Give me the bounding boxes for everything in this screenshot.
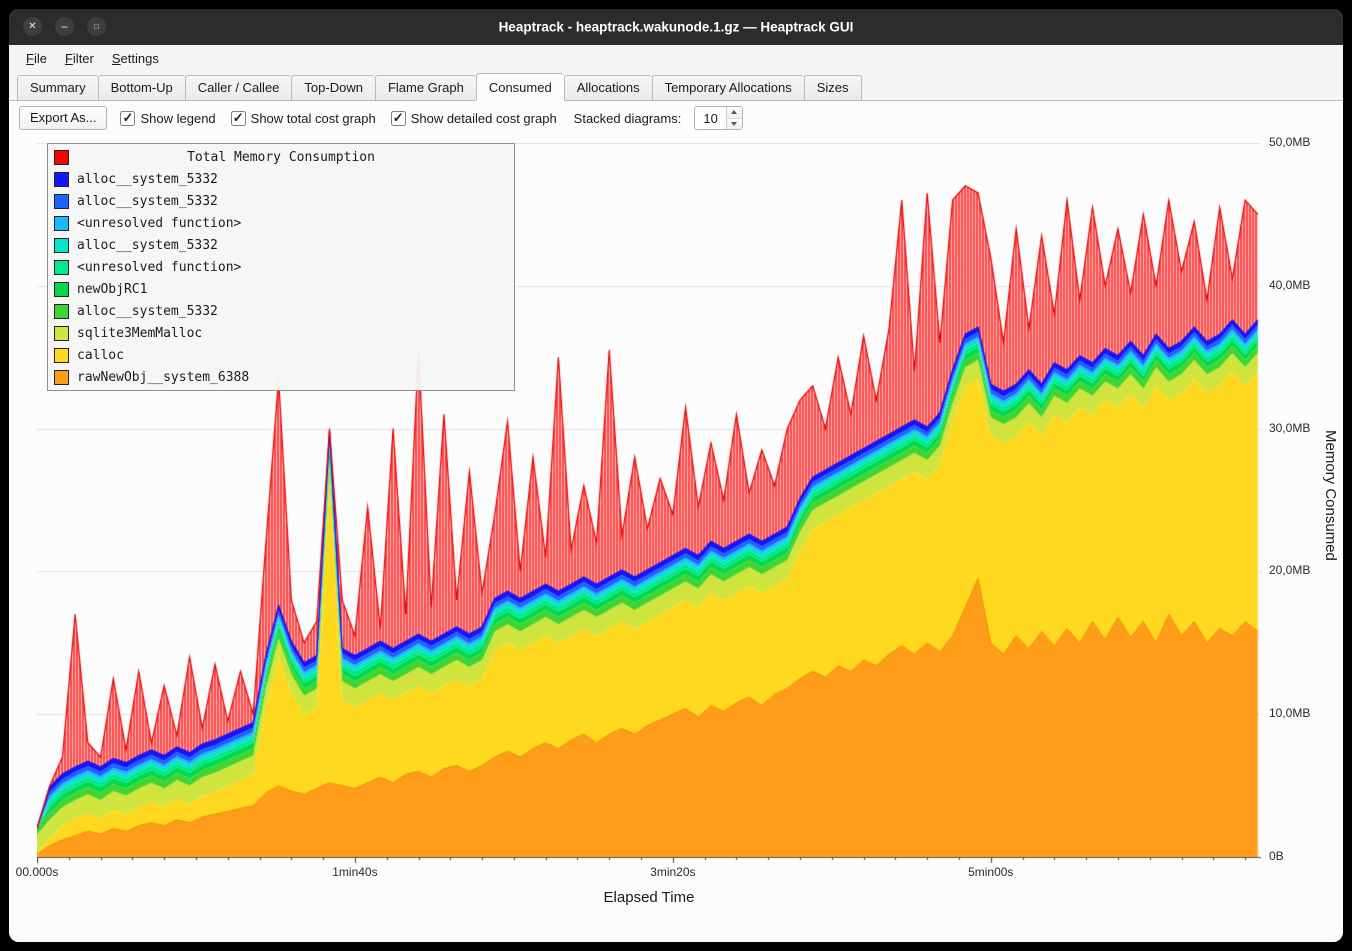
y-tick-label: 40,0MB (1269, 278, 1310, 292)
down-arrow-icon (731, 122, 737, 126)
legend-item-label: alloc__system_5332 (77, 238, 218, 253)
tab-summary[interactable]: Summary (17, 75, 98, 101)
legend-swatch (54, 326, 69, 341)
checkbox-show-legend[interactable]: Show legend (120, 111, 215, 126)
chart-legend: Total Memory Consumption alloc__system_53… (47, 143, 515, 391)
legend-item: rawNewObj__system_6388 (52, 366, 510, 388)
toolbar: Export As... Show legend Show total cost … (9, 101, 1343, 135)
legend-swatch (54, 194, 69, 209)
legend-swatch (54, 370, 69, 385)
stacked-diagrams-label: Stacked diagrams: (574, 111, 682, 126)
checkbox-label: Show detailed cost graph (411, 111, 557, 126)
y-tick-label: 10,0MB (1269, 706, 1310, 720)
menu-file[interactable]: File (17, 48, 56, 69)
legend-swatch (54, 150, 69, 165)
legend-swatch (54, 282, 69, 297)
legend-item-label: sqlite3MemMalloc (77, 326, 202, 341)
legend-swatch (54, 304, 69, 319)
legend-item: alloc__system_5332 (52, 168, 510, 190)
legend-item: alloc__system_5332 (52, 190, 510, 212)
tab-bar: SummaryBottom-UpCaller / CalleeTop-DownF… (9, 71, 1343, 101)
checkbox-show-detailed-cost-graph[interactable]: Show detailed cost graph (391, 111, 557, 126)
window-title: Heaptrack - heaptrack.wakunode.1.gz — He… (9, 20, 1343, 35)
menubar: FileFilterSettings (9, 45, 1343, 71)
y-tick-label: 50,0MB (1269, 135, 1310, 149)
legend-item-label: <unresolved function> (77, 260, 241, 275)
legend-title: Total Memory Consumption (77, 150, 485, 165)
up-arrow-icon (731, 110, 737, 114)
checkbox-box[interactable] (120, 111, 135, 126)
legend-swatch (54, 238, 69, 253)
legend-swatch (54, 172, 69, 187)
y-tick-label: 30,0MB (1269, 421, 1310, 435)
tab-sizes[interactable]: Sizes (804, 75, 862, 101)
checkbox-label: Show legend (140, 111, 215, 126)
app-window: ✕−□ Heaptrack - heaptrack.wakunode.1.gz … (9, 9, 1343, 942)
legend-item: <unresolved function> (52, 256, 510, 278)
legend-swatch (54, 348, 69, 363)
tab-caller-callee[interactable]: Caller / Callee (185, 75, 292, 101)
tab-bottom-up[interactable]: Bottom-Up (98, 75, 185, 101)
y-axis-title: Memory Consumed (1322, 430, 1339, 561)
checkbox-box[interactable] (391, 111, 406, 126)
legend-item-label: calloc (77, 348, 124, 363)
legend-item-label: alloc__system_5332 (77, 172, 218, 187)
titlebar: ✕−□ Heaptrack - heaptrack.wakunode.1.gz … (9, 9, 1343, 45)
x-tick-label: 3min20s (638, 865, 708, 879)
legend-item: alloc__system_5332 (52, 300, 510, 322)
tab-allocations[interactable]: Allocations (564, 75, 652, 101)
legend-item: <unresolved function> (52, 212, 510, 234)
legend-item-label: alloc__system_5332 (77, 304, 218, 319)
legend-swatch (54, 216, 69, 231)
y-tick-label: 0B (1269, 849, 1284, 863)
tab-temporary-allocations[interactable]: Temporary Allocations (652, 75, 804, 101)
checkbox-box[interactable] (231, 111, 246, 126)
window-frame: ✕−□ Heaptrack - heaptrack.wakunode.1.gz … (0, 0, 1352, 951)
chart-area: Total Memory Consumption alloc__system_53… (9, 135, 1343, 942)
legend-item: alloc__system_5332 (52, 234, 510, 256)
legend-item: calloc (52, 344, 510, 366)
checkbox-show-total-cost-graph[interactable]: Show total cost graph (231, 111, 376, 126)
menu-filter[interactable]: Filter (56, 48, 103, 69)
legend-item: sqlite3MemMalloc (52, 322, 510, 344)
legend-item: newObjRC1 (52, 278, 510, 300)
toolbar-checkboxes: Show legend Show total cost graph Show det… (120, 111, 556, 126)
spinbox-buttons (726, 107, 742, 129)
x-tick-label: 00.000s (9, 865, 72, 879)
x-tick-label: 1min40s (320, 865, 390, 879)
checkbox-label: Show total cost graph (251, 111, 376, 126)
menu-settings[interactable]: Settings (103, 48, 168, 69)
tab-consumed[interactable]: Consumed (476, 73, 564, 101)
stacked-diagrams-spinbox[interactable]: 10 (694, 106, 742, 130)
legend-item-label: <unresolved function> (77, 216, 241, 231)
spinbox-up-button[interactable] (727, 107, 742, 118)
legend-swatch (54, 260, 69, 275)
tab-top-down[interactable]: Top-Down (291, 75, 375, 101)
y-tick-label: 20,0MB (1269, 563, 1310, 577)
x-axis-title: Elapsed Time (37, 889, 1261, 906)
x-tick-label: 5min00s (956, 865, 1026, 879)
export-as-button[interactable]: Export As... (19, 106, 107, 130)
legend-item-label: newObjRC1 (77, 282, 147, 297)
spinbox-down-button[interactable] (727, 118, 742, 130)
spinbox-value: 10 (695, 107, 725, 129)
legend-title-row: Total Memory Consumption (52, 146, 510, 168)
tab-flame-graph[interactable]: Flame Graph (375, 75, 476, 101)
legend-item-label: alloc__system_5332 (77, 194, 218, 209)
legend-item-label: rawNewObj__system_6388 (77, 370, 249, 385)
